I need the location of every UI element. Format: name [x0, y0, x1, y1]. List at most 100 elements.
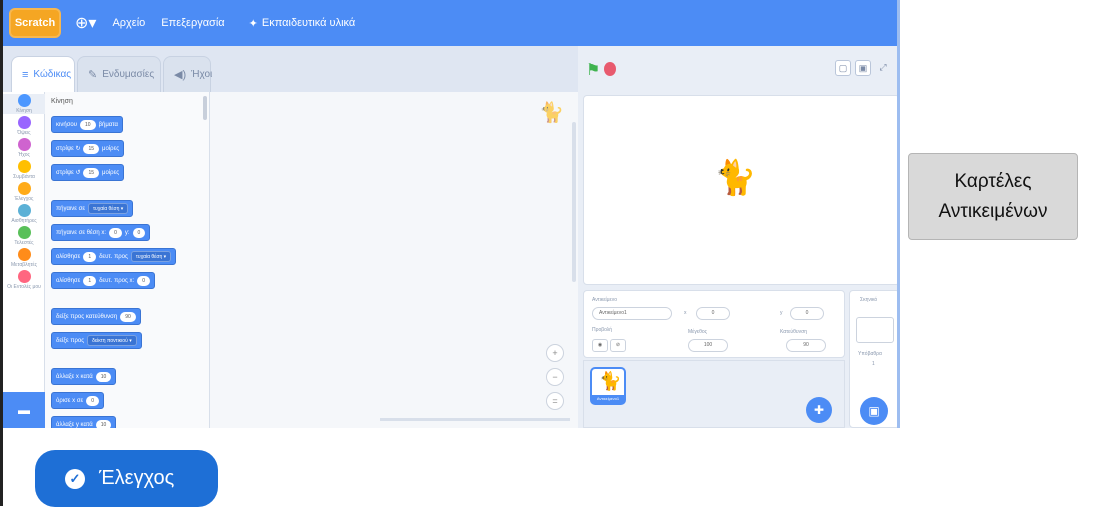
block-input[interactable]: 1: [83, 275, 97, 286]
category-label: Οι Εντολές μου: [7, 284, 41, 290]
normal-stage-icon[interactable]: ▣: [855, 60, 871, 76]
tab-code[interactable]: ≡ Κώδικας: [11, 56, 75, 92]
category-variables[interactable]: Μεταβλητές: [3, 248, 45, 268]
block-dropdown[interactable]: δείκτη ποντικιού ▾: [87, 335, 137, 346]
block-move-steps[interactable]: κινήσου 10 βήματα: [51, 116, 124, 133]
category-looks[interactable]: Όψεις: [3, 116, 45, 136]
menu-tutorials[interactable]: ✦ Εκπαιδευτικά υλικά: [249, 17, 356, 30]
category-my-blocks[interactable]: Οι Εντολές μου: [3, 270, 45, 290]
palette-scrollbar[interactable]: [203, 96, 207, 120]
block-change-y[interactable]: άλλαξε y κατά 10: [51, 416, 117, 428]
block-categories: Κίνηση Όψεις Ήχος Συμβάντα Έλεγχος Αισθη…: [3, 92, 45, 392]
frame-edge: [897, 0, 900, 428]
zoom-in-icon[interactable]: +: [546, 344, 564, 362]
category-dot: [17, 160, 31, 173]
add-backdrop-button[interactable]: ▣: [860, 397, 888, 425]
direction-input[interactable]: 90: [786, 339, 826, 352]
block-input[interactable]: 90: [120, 311, 136, 322]
block-go-to-xy[interactable]: πήγαινε σε θέση x: 0 y: 0: [51, 224, 151, 241]
code-icon: ≡: [22, 68, 29, 81]
sprite-info-panel: Αντικείμενο Αντικείμενο1 x 0 y 0 Προβολή…: [583, 290, 845, 358]
add-sprite-button[interactable]: ✚: [806, 397, 832, 423]
callout-line-2: Αντικειμένων: [938, 200, 1048, 222]
block-glide-to[interactable]: ολίσθησε 1 δευτ. προς τυχαία θέση ▾: [51, 248, 177, 265]
tab-costumes-label: Ενδυμασίες: [102, 69, 155, 80]
block-turn-right[interactable]: στρίψε ↻ 15 μοίρες: [51, 140, 125, 157]
block-input[interactable]: 15: [83, 143, 100, 154]
block-input[interactable]: 0: [109, 227, 122, 238]
fullscreen-icon[interactable]: ⤢: [875, 60, 891, 76]
x-label: x: [684, 310, 687, 316]
block-input[interactable]: 10: [80, 119, 96, 130]
zoom-reset-icon[interactable]: =: [546, 392, 564, 410]
block-go-to[interactable]: πήγαινε σε τυχαία θέση ▾: [51, 200, 134, 217]
sprite-list: 🐈 Αντικείμενο1 ✚: [583, 360, 845, 428]
editor-tabs: ≡ Κώδικας ✎ Ενδυμασίες ◀) Ήχοι: [3, 46, 578, 92]
block-text: δευτ. προς: [99, 253, 128, 260]
globe-icon[interactable]: ⊕▾: [75, 13, 96, 33]
block-text: δείξε προς: [56, 337, 85, 344]
green-flag-icon[interactable]: ⚑: [586, 60, 600, 80]
add-extension-button[interactable]: ▬: [3, 392, 45, 428]
block-input[interactable]: 10: [95, 371, 112, 382]
category-sensing[interactable]: Αισθητήρες: [3, 204, 45, 224]
sprite-thumbnail-label: Αντικείμενο1: [592, 395, 624, 403]
zoom-out-icon[interactable]: −: [546, 368, 564, 386]
size-input[interactable]: 100: [688, 339, 728, 352]
block-glide-to-xy[interactable]: ολίσθησε 1 δευτ. προς x: 0: [51, 272, 155, 289]
block-input[interactable]: 0: [86, 395, 99, 406]
category-operators[interactable]: Τελεστές: [3, 226, 45, 246]
menu-tutorials-label: Εκπαιδευτικά υλικά: [261, 17, 356, 29]
menu-file[interactable]: Αρχείο: [112, 17, 145, 29]
stage-thumbnail[interactable]: [856, 317, 894, 343]
menu-edit[interactable]: Επεξεργασία: [161, 17, 224, 29]
sprite-tabs-callout[interactable]: Καρτέλες Αντικειμένων: [908, 153, 1078, 240]
stage-header: ⚑ ▢ ▣ ⤢: [578, 46, 900, 92]
category-dot: [17, 270, 31, 283]
block-input[interactable]: 0: [132, 227, 146, 238]
hide-icon[interactable]: ⊘: [610, 339, 626, 352]
sprite-name-input[interactable]: Αντικείμενο1: [592, 307, 672, 320]
stage-title: Σκηνικό: [860, 297, 878, 303]
cat-sprite-icon: 🐈: [539, 102, 564, 124]
sprite-thumbnail[interactable]: 🐈 Αντικείμενο1: [590, 367, 626, 405]
x-input[interactable]: 0: [696, 307, 730, 320]
block-text: άλλαξε x κατά: [56, 373, 93, 380]
block-input[interactable]: 15: [83, 167, 100, 178]
tab-sounds[interactable]: ◀) Ήχοι: [163, 56, 212, 92]
block-set-x[interactable]: όρισε x σε 0: [51, 392, 104, 409]
check-button[interactable]: ✓ Έλεγχος: [35, 450, 218, 507]
show-icon[interactable]: ◉: [592, 339, 608, 352]
block-dropdown[interactable]: τυχαία θέση ▾: [88, 203, 129, 214]
block-text: άλλαξε y κατά: [56, 421, 93, 428]
code-scrollbar[interactable]: [572, 122, 576, 282]
category-dot: [17, 116, 31, 129]
block-text: ολίσθησε: [56, 277, 81, 284]
block-change-x[interactable]: άλλαξε x κατά 10: [51, 368, 117, 385]
y-input[interactable]: 0: [790, 307, 824, 320]
scratch-logo[interactable]: Scratch: [9, 8, 61, 38]
stage[interactable]: 🐈: [583, 95, 900, 285]
tab-costumes[interactable]: ✎ Ενδυμασίες: [77, 56, 161, 92]
block-dropdown[interactable]: τυχαία θέση ▾: [130, 251, 172, 262]
category-sound[interactable]: Ήχος: [3, 138, 45, 158]
stop-icon[interactable]: [604, 62, 616, 76]
small-stage-icon[interactable]: ▢: [835, 60, 851, 76]
category-events[interactable]: Συμβάντα: [3, 160, 45, 180]
block-point-direction[interactable]: δείξε προς κατεύθυνση 90: [51, 308, 141, 325]
block-input[interactable]: 1: [83, 251, 97, 262]
cat-sprite-icon[interactable]: 🐈: [714, 158, 756, 198]
palette-title: Κίνηση: [51, 98, 73, 105]
block-input[interactable]: 0: [137, 275, 150, 286]
block-input[interactable]: 10: [95, 419, 112, 428]
block-point-towards[interactable]: δείξε προς δείκτη ποντικιού ▾: [51, 332, 142, 349]
stage-target-panel[interactable]: Σκηνικό Υπόβαθρα 1 ▣: [849, 290, 900, 428]
category-control[interactable]: Έλεγχος: [3, 182, 45, 202]
code-hscrollbar[interactable]: [380, 418, 570, 421]
category-dot: [17, 226, 31, 239]
category-motion[interactable]: Κίνηση: [3, 94, 45, 114]
category-label: Όψεις: [17, 130, 31, 136]
sprite-name-label: Αντικείμενο: [592, 297, 618, 303]
block-turn-left[interactable]: στρίψε ↺ 15 μοίρες: [51, 164, 125, 181]
code-area[interactable]: 🐈 + − =: [210, 92, 578, 428]
